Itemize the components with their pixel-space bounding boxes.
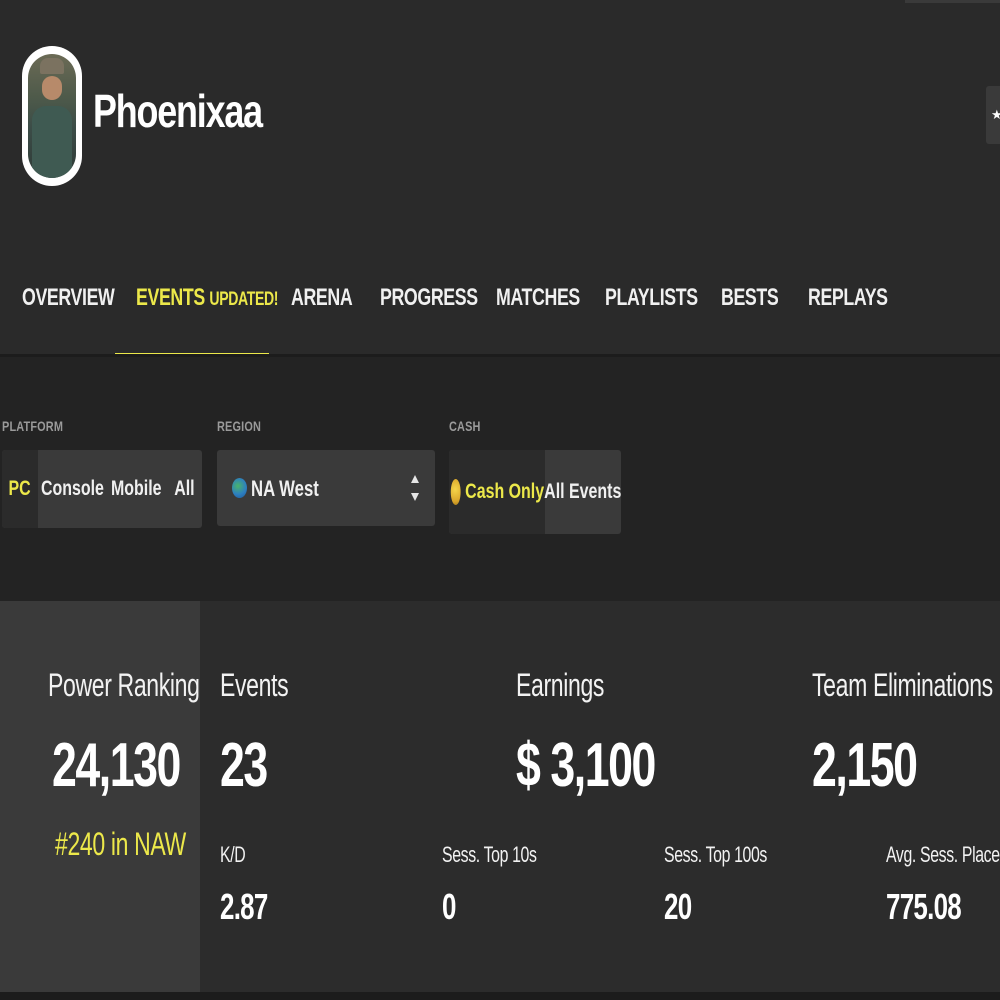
earnings-value: $ 3,100 (516, 731, 656, 800)
sess-top100-value: 20 (664, 886, 692, 927)
option-label: Cash Only (464, 480, 544, 503)
events-value: 23 (220, 731, 268, 800)
team-eliminations-label: Team Eliminations (812, 667, 993, 703)
team-eliminations-value: 2,150 (812, 731, 918, 800)
platform-selector: PC Console Mobile All (2, 450, 202, 528)
platform-option-console[interactable]: Console (38, 450, 106, 528)
platform-option-pc[interactable]: PC (2, 450, 38, 528)
option-label: Console (40, 477, 104, 500)
tab-events[interactable]: EVENTS UPDATED! (115, 270, 278, 356)
sess-top10-label: Sess. Top 10s (442, 842, 537, 867)
tab-label: PLAYLISTS (605, 284, 698, 311)
profile-header: Phoenixaa ★ OVERVIEW EVENTS UPDATED! ARE… (0, 0, 1000, 357)
player-name: Phoenixaa (93, 85, 263, 137)
option-label: PC (8, 477, 32, 500)
tab-label: REPLAYS (808, 284, 888, 311)
option-content: Cash Only (450, 479, 544, 505)
favorite-button[interactable]: ★ (986, 86, 1000, 144)
avatar[interactable] (22, 46, 82, 186)
sess-top100-label: Sess. Top 100s (664, 842, 767, 867)
platform-option-mobile[interactable]: Mobile (106, 450, 166, 528)
option-label: All Events (544, 480, 621, 503)
avatar-image (28, 54, 76, 178)
cash-selector: Cash Only All Events (449, 450, 621, 534)
globe-icon (232, 478, 247, 498)
profile-tabs: OVERVIEW EVENTS UPDATED! ARENA PROGRESS … (0, 270, 1000, 356)
page-bottom-edge (0, 992, 1000, 1000)
star-icon: ★ (991, 107, 1000, 122)
kd-label: K/D (220, 842, 246, 867)
updated-badge: UPDATED! (209, 289, 279, 310)
tab-events-label: EVENTS (136, 284, 205, 311)
tab-label: MATCHES (496, 284, 580, 311)
region-select[interactable]: NA West (217, 450, 435, 526)
option-label: Mobile (110, 477, 162, 500)
region-value: NA West (251, 476, 319, 501)
tab-label: OVERVIEW (22, 284, 115, 311)
cash-option-all-events[interactable]: All Events (544, 450, 621, 534)
coin-icon (450, 479, 461, 505)
tab-label: PROGRESS (380, 284, 478, 311)
tab-label: BESTS (721, 284, 779, 311)
cash-option-cash-only[interactable]: Cash Only (449, 450, 545, 534)
select-arrows-icon (411, 475, 419, 501)
region-label: REGION (217, 418, 262, 434)
earnings-label: Earnings (516, 667, 605, 703)
cash-label: CASH (449, 418, 481, 434)
power-ranking-value: 24,130 (52, 731, 181, 800)
header-top-edge (905, 0, 1000, 3)
avg-placement-value: 775.08 (886, 886, 962, 927)
events-label: Events (220, 667, 289, 703)
kd-value: 2.87 (220, 886, 268, 927)
power-ranking-label: Power Ranking (48, 667, 200, 703)
sess-top10-value: 0 (442, 886, 456, 927)
avg-placement-label: Avg. Sess. Placement (886, 842, 1000, 867)
header-divider (0, 354, 1000, 357)
tab-label: ARENA (291, 284, 353, 311)
regional-rank: #240 in NAW (55, 826, 186, 862)
tab-label: EVENTS UPDATED! (136, 284, 278, 312)
option-label: All (173, 477, 195, 500)
platform-label: PLATFORM (2, 418, 64, 434)
platform-option-all[interactable]: All (166, 450, 202, 528)
